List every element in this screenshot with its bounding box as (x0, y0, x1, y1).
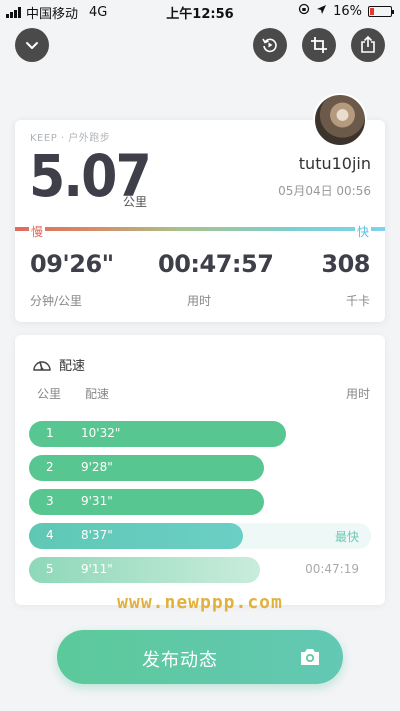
pace-row-km: 4 (46, 528, 54, 542)
col-header-time: 用时 (345, 387, 370, 401)
pace-row-km: 3 (46, 494, 54, 508)
duration-label: 用时 (187, 294, 212, 308)
pace-row-km: 1 (46, 426, 54, 440)
camera-icon (299, 647, 321, 671)
replay-button[interactable] (253, 28, 287, 62)
avg-pace-label: 分钟/公里 (30, 294, 83, 308)
calories-value: 308 (321, 250, 370, 278)
pace-row-km: 5 (46, 562, 54, 576)
chevron-down-icon (26, 42, 38, 49)
pace-row-pace: 8'37" (81, 528, 113, 542)
distance-unit: 公里 (123, 195, 148, 209)
calories-label: 千卡 (345, 294, 370, 308)
pace-row-pace: 10'32" (81, 426, 121, 440)
pace-row-extra: 00:47:19 (305, 562, 359, 576)
status-right: 16% (298, 3, 394, 19)
replay-icon (262, 38, 277, 53)
run-date: 05月04日 00:56 (278, 184, 371, 198)
publish-label: 发布动态 (142, 650, 218, 671)
pace-bar (29, 421, 286, 447)
pace-bar (29, 523, 243, 549)
username: tutu10jin (298, 154, 371, 173)
collapse-button[interactable] (15, 28, 49, 62)
speedometer-icon (32, 355, 52, 377)
pace-row: 1 10'32" (29, 421, 371, 447)
speed-gradient-bar (15, 227, 385, 231)
duration-value: 00:47:57 (158, 250, 274, 278)
share-icon (361, 36, 375, 53)
publish-button[interactable]: 发布动态 (57, 630, 343, 684)
pace-row: 3 9'31" (29, 489, 371, 515)
avg-pace-value: 09'26" (30, 250, 114, 278)
slow-label: 慢 (29, 223, 46, 240)
summary-card: KEEP · 户外跑步 5.07 公里 tutu10jin 05月04日 00:… (15, 120, 385, 322)
pace-bar (29, 557, 260, 583)
pace-card: 配速 公里 配速 用时 1 10'32" 2 9'28" 3 9'31" 4 8'37" 最快 5… (15, 335, 385, 605)
share-button[interactable] (351, 28, 385, 62)
pace-row-pace: 9'11" (81, 562, 113, 576)
pace-section-title: 配速 (59, 359, 86, 374)
pace-row-pace: 9'31" (81, 494, 113, 508)
crop-button[interactable] (302, 28, 336, 62)
fast-label: 快 (354, 223, 371, 240)
pace-bar (29, 455, 264, 481)
pace-row-pace: 9'28" (81, 460, 113, 474)
rotation-lock-icon (298, 3, 310, 19)
pace-row: 4 8'37" 最快 (29, 523, 371, 549)
pace-row: 5 9'11" 00:47:19 (29, 557, 371, 583)
avatar[interactable] (313, 93, 367, 147)
pace-row: 2 9'28" (29, 455, 371, 481)
col-header-km: 公里 (37, 387, 62, 401)
location-icon (316, 4, 327, 19)
crop-icon (311, 37, 327, 53)
pace-row-extra: 最快 (334, 530, 359, 544)
col-header-pace: 配速 (85, 387, 110, 401)
battery-percent: 16% (333, 3, 362, 19)
pace-row-km: 2 (46, 460, 54, 474)
pace-bar (29, 489, 264, 515)
status-bar: 中国移动 4G 上午12:56 16% (0, 0, 400, 22)
watermark: www.newppp.com (117, 592, 283, 613)
battery-icon (368, 5, 394, 17)
